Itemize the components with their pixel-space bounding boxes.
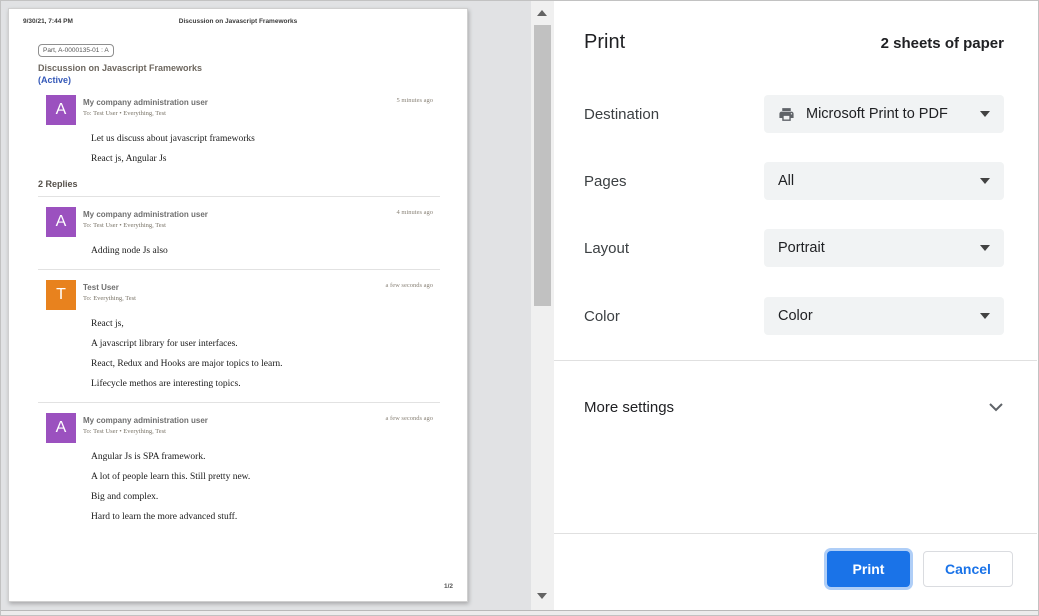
reply-post-2: a few seconds ago T Test User To: Everyt…	[38, 280, 440, 390]
post-line: A javascript library for user interfaces…	[91, 339, 440, 350]
post-header: A My company administration user To: Tes…	[46, 207, 440, 237]
discussion-title: Discussion on Javascript Frameworks	[38, 63, 440, 73]
post-header: A My company administration user To: Tes…	[46, 413, 440, 443]
color-value: Color	[778, 308, 813, 324]
post-timestamp: a few seconds ago	[386, 282, 433, 289]
post-recipients: To: Test User • Everything, Test	[83, 428, 208, 435]
scrollbar-down-arrow-icon[interactable]	[537, 593, 547, 599]
post-line: Hard to learn the more advanced stuff.	[91, 512, 440, 523]
pages-row: Pages All	[584, 162, 1004, 200]
divider	[554, 533, 1037, 534]
print-page-content: Part, A-0000135-01 : A Discussion on Jav…	[38, 39, 440, 523]
dialog-header: Print 2 sheets of paper	[584, 31, 1004, 54]
avatar: A	[46, 413, 76, 443]
post-line: Big and complex.	[91, 492, 440, 503]
post-line: Adding node Js also	[91, 246, 440, 257]
pages-label: Pages	[584, 173, 627, 190]
post-author: My company administration user	[83, 413, 208, 425]
post-line: Lifecycle methos are interesting topics.	[91, 379, 440, 390]
print-preview-page-1: Discussion on Javascript Frameworks 9/30…	[8, 8, 468, 602]
layout-label: Layout	[584, 240, 629, 257]
post-body: Angular Js is SPA framework. A lot of pe…	[91, 452, 440, 523]
post-header: A My company administration user To: Tes…	[46, 95, 440, 125]
layout-row: Layout Portrait	[584, 229, 1004, 267]
discussion-status: (Active)	[38, 75, 440, 85]
post-line: Angular Js is SPA framework.	[91, 452, 440, 463]
post-timestamp: a few seconds ago	[386, 415, 433, 422]
more-settings-label: More settings	[584, 399, 674, 416]
preview-scrollbar[interactable]	[531, 1, 554, 610]
print-preview-pane: Discussion on Javascript Frameworks 9/30…	[1, 1, 531, 610]
post-timestamp: 5 minutes ago	[397, 97, 433, 104]
destination-label: Destination	[584, 106, 659, 123]
post-recipients: To: Test User • Everything, Test	[83, 110, 208, 117]
post-timestamp: 4 minutes ago	[397, 209, 433, 216]
divider	[38, 196, 440, 197]
page-header-datetime: 9/30/21, 7:44 PM	[23, 18, 73, 25]
replies-heading: 2 Replies	[38, 179, 440, 189]
post-recipients: To: Everything, Test	[83, 295, 136, 302]
post-author: My company administration user	[83, 95, 208, 107]
page-header-title: Discussion on Javascript Frameworks	[9, 18, 467, 25]
destination-select[interactable]: Microsoft Print to PDF	[764, 95, 1004, 133]
divider	[554, 360, 1037, 361]
chevron-down-icon	[980, 245, 990, 251]
destination-value: Microsoft Print to PDF	[806, 106, 948, 122]
more-settings-toggle[interactable]: More settings	[584, 391, 1004, 423]
scrollbar-up-arrow-icon[interactable]	[537, 10, 547, 16]
post-header: T Test User To: Everything, Test	[46, 280, 440, 310]
post-line: A lot of people learn this. Still pretty…	[91, 472, 440, 483]
avatar: A	[46, 207, 76, 237]
layout-select[interactable]: Portrait	[764, 229, 1004, 267]
main-post: 5 minutes ago A My company administratio…	[38, 95, 440, 165]
divider	[38, 269, 440, 270]
post-body: Adding node Js also	[91, 246, 440, 257]
sheets-count: 2 sheets of paper	[881, 35, 1004, 52]
post-author: Test User	[83, 280, 136, 292]
print-dialog-window: Discussion on Javascript Frameworks 9/30…	[0, 0, 1039, 616]
chevron-down-icon	[980, 313, 990, 319]
print-button[interactable]: Print	[827, 551, 910, 587]
part-badge: Part, A-0000135-01 : A	[38, 44, 114, 57]
post-author: My company administration user	[83, 207, 208, 219]
page-number-indicator: 1/2	[444, 583, 453, 590]
print-settings-pane: Print 2 sheets of paper Destination Micr…	[554, 1, 1037, 610]
reply-post-3: a few seconds ago A My company administr…	[38, 413, 440, 523]
printer-icon	[778, 106, 795, 123]
chevron-down-icon	[980, 178, 990, 184]
post-line: React js, Angular Js	[91, 154, 440, 165]
destination-row: Destination Microsoft Print to PDF	[584, 95, 1004, 133]
scrollbar-thumb[interactable]	[534, 25, 551, 306]
post-body: Let us discuss about javascript framewor…	[91, 134, 440, 165]
post-recipients: To: Test User • Everything, Test	[83, 222, 208, 229]
cancel-button[interactable]: Cancel	[923, 551, 1013, 587]
post-line: Let us discuss about javascript framewor…	[91, 134, 440, 145]
layout-value: Portrait	[778, 240, 825, 256]
divider	[38, 402, 440, 403]
print-page-header: Discussion on Javascript Frameworks 9/30…	[9, 18, 467, 28]
post-line: React, Redux and Hooks are major topics …	[91, 359, 440, 370]
dialog-footer: Print Cancel	[584, 551, 1013, 587]
pages-select[interactable]: All	[764, 162, 1004, 200]
color-select[interactable]: Color	[764, 297, 1004, 335]
post-body: React js, A javascript library for user …	[91, 319, 440, 390]
post-line: React js,	[91, 319, 440, 330]
avatar: T	[46, 280, 76, 310]
dialog-title: Print	[584, 31, 625, 54]
chevron-down-icon	[988, 402, 1004, 412]
reply-post-1: 4 minutes ago A My company administratio…	[38, 207, 440, 257]
avatar: A	[46, 95, 76, 125]
window-bottom-edge	[1, 610, 1038, 615]
chevron-down-icon	[980, 111, 990, 117]
color-row: Color Color	[584, 297, 1004, 335]
color-label: Color	[584, 308, 620, 325]
pages-value: All	[778, 173, 794, 189]
